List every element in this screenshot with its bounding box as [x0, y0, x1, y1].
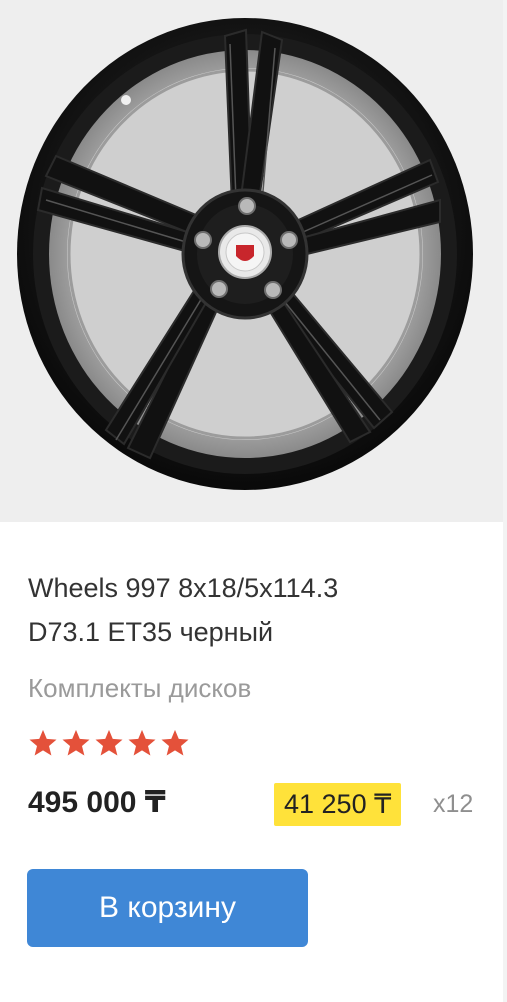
- star-icon: [29, 729, 57, 756]
- star-icon: [161, 729, 189, 756]
- product-price: 495 000 ₸: [28, 786, 166, 819]
- star-icon: [128, 729, 156, 756]
- product-title[interactable]: Wheels 997 8x18/5x114.3 D73.1 ET35 черны…: [28, 566, 468, 654]
- wheel-icon: [0, 0, 503, 522]
- product-category[interactable]: Комплекты дисков: [28, 673, 251, 704]
- add-to-cart-button[interactable]: В корзину: [27, 869, 308, 947]
- installment-price-badge: 41 250 ₸: [274, 783, 402, 826]
- star-icon: [62, 729, 90, 756]
- product-image[interactable]: [0, 0, 503, 522]
- scroll-edge: [503, 0, 507, 1002]
- rating-stars: [28, 728, 190, 762]
- star-icon: [95, 729, 123, 756]
- installment-months: x12: [433, 790, 474, 818]
